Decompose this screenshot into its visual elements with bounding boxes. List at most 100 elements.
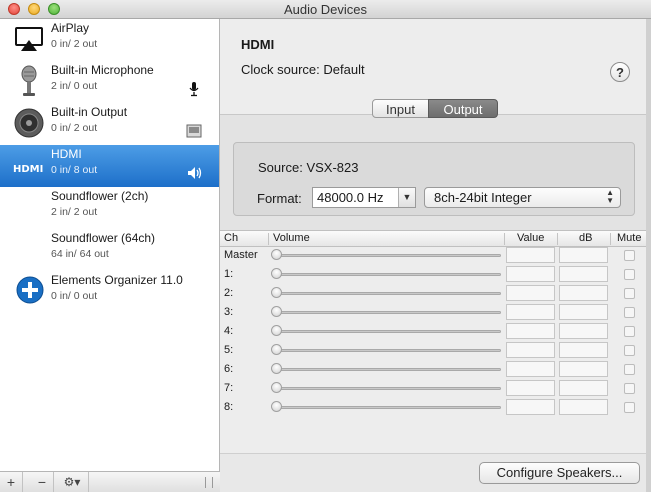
value-field[interactable]: [506, 285, 555, 301]
mute-checkbox[interactable]: [624, 250, 635, 261]
table-row: 6:: [220, 360, 651, 379]
mute-checkbox[interactable]: [624, 345, 635, 356]
speaker-icon: [14, 108, 44, 138]
channel-label: 7:: [224, 382, 234, 394]
value-field[interactable]: [506, 247, 555, 263]
chevron-down-icon[interactable]: ▼: [398, 188, 415, 207]
device-item-airplay[interactable]: AirPlay 0 in/ 2 out: [0, 19, 219, 61]
mute-checkbox[interactable]: [624, 402, 635, 413]
col-divider: [268, 233, 269, 245]
db-field[interactable]: [559, 342, 608, 358]
microphone-icon: [21, 65, 37, 96]
source-label: Source:: [258, 160, 303, 175]
device-io: 2 in/ 0 out: [51, 80, 98, 92]
col-mute: Mute: [617, 232, 642, 244]
value-field[interactable]: [506, 361, 555, 377]
value-field[interactable]: [506, 266, 555, 282]
configure-speakers-button[interactable]: Configure Speakers...: [479, 462, 640, 484]
tab-input[interactable]: Input: [372, 99, 429, 118]
add-device-button[interactable]: +: [0, 472, 23, 492]
bit-format-select[interactable]: 8ch-24bit Integer ▲ ▼: [424, 187, 621, 208]
device-item-elements-organizer[interactable]: Elements Organizer 11.0 0 in/ 0 out: [0, 271, 219, 313]
volume-slider[interactable]: [272, 387, 501, 390]
table-row: Master: [220, 246, 651, 265]
help-button[interactable]: ?: [610, 62, 630, 82]
device-list-toolbar: + − ⚙▾: [0, 471, 220, 492]
table-row: 3:: [220, 303, 651, 322]
channel-label: 3:: [224, 306, 234, 318]
remove-device-button[interactable]: −: [31, 472, 54, 492]
gear-menu-button[interactable]: ⚙▾: [56, 472, 89, 492]
db-field[interactable]: [559, 285, 608, 301]
audio-devices-window: Audio Devices AirPlay 0 in/ 2 out Built-…: [0, 0, 651, 492]
title-bar: Audio Devices: [0, 0, 651, 19]
window-edge: [646, 19, 651, 492]
device-name: HDMI: [51, 147, 82, 161]
db-field[interactable]: [559, 247, 608, 263]
db-field[interactable]: [559, 266, 608, 282]
volume-slider[interactable]: [272, 311, 501, 314]
device-item-soundflower-64ch[interactable]: Soundflower (64ch) 64 in/ 64 out: [0, 229, 219, 271]
plus-circle-icon: [16, 276, 44, 304]
device-item-soundflower-2ch[interactable]: Soundflower (2ch) 2 in/ 2 out: [0, 187, 219, 229]
value-field[interactable]: [506, 342, 555, 358]
table-header: Ch Volume Value dB Mute: [220, 230, 651, 247]
device-io: 0 in/ 2 out: [51, 38, 98, 50]
volume-slider-knob[interactable]: [271, 344, 282, 355]
value-field[interactable]: [506, 380, 555, 396]
mute-checkbox[interactable]: [624, 364, 635, 375]
volume-slider-knob[interactable]: [271, 382, 282, 393]
volume-slider-knob[interactable]: [271, 401, 282, 412]
device-item-built-in-microphone[interactable]: Built-in Microphone 2 in/ 0 out: [0, 61, 219, 103]
col-db: dB: [579, 232, 593, 244]
volume-slider-knob[interactable]: [271, 363, 282, 374]
volume-slider-knob[interactable]: [271, 306, 282, 317]
volume-slider-knob[interactable]: [271, 325, 282, 336]
mute-checkbox[interactable]: [624, 326, 635, 337]
value-field[interactable]: [506, 399, 555, 415]
volume-slider[interactable]: [272, 368, 501, 371]
device-item-hdmi[interactable]: HDMI HDMI 0 in/ 8 out: [0, 145, 219, 187]
finder-icon: [186, 124, 202, 138]
device-name: AirPlay: [51, 21, 90, 35]
volume-slider[interactable]: [272, 406, 501, 409]
volume-slider[interactable]: [272, 330, 501, 333]
value-field[interactable]: [506, 323, 555, 339]
value-field[interactable]: [506, 304, 555, 320]
volume-slider[interactable]: [272, 349, 501, 352]
resize-handle[interactable]: [205, 477, 213, 488]
volume-slider-knob[interactable]: [271, 249, 282, 260]
window-title: Audio Devices: [283, 2, 368, 17]
db-field[interactable]: [559, 323, 608, 339]
volume-slider-knob[interactable]: [271, 268, 282, 279]
sample-rate-value[interactable]: 48000.0 Hz: [317, 190, 384, 205]
device-name: Elements Organizer 11.0: [51, 273, 183, 287]
col-value: Value: [517, 232, 545, 244]
device-list: AirPlay 0 in/ 2 out Built-in Microphone …: [0, 19, 220, 471]
tab-output[interactable]: Output: [428, 99, 498, 118]
channel-label: 2:: [224, 287, 234, 299]
sample-rate-combobox[interactable]: 48000.0 Hz ▼: [312, 187, 416, 208]
channel-label: 4:: [224, 325, 234, 337]
device-io: 0 in/ 2 out: [51, 122, 98, 134]
volume-slider[interactable]: [272, 254, 501, 257]
clock-source-label: Clock source:: [241, 62, 320, 77]
mute-checkbox[interactable]: [624, 269, 635, 280]
volume-slider-knob[interactable]: [271, 287, 282, 298]
clock-source-value[interactable]: Default: [323, 62, 364, 77]
channel-label: 1:: [224, 268, 234, 280]
device-item-built-in-output[interactable]: Built-in Output 0 in/ 2 out: [0, 103, 219, 145]
db-field[interactable]: [559, 399, 608, 415]
volume-slider[interactable]: [272, 273, 501, 276]
airplay-icon: [15, 27, 43, 51]
mute-checkbox[interactable]: [624, 383, 635, 394]
volume-slider[interactable]: [272, 292, 501, 295]
mute-checkbox[interactable]: [624, 288, 635, 299]
mute-checkbox[interactable]: [624, 307, 635, 318]
db-field[interactable]: [559, 380, 608, 396]
source-row: Source: VSX-823: [258, 160, 358, 175]
clock-source: Clock source: Default: [241, 62, 365, 77]
db-field[interactable]: [559, 361, 608, 377]
db-field[interactable]: [559, 304, 608, 320]
svg-text:HDMI: HDMI: [13, 164, 43, 175]
